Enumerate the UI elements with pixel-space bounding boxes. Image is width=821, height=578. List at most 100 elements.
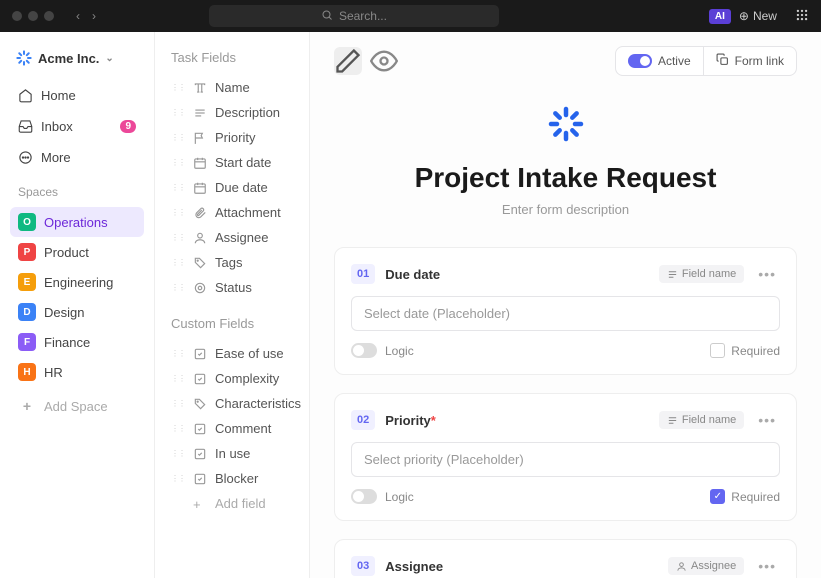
form-subtitle[interactable]: Enter form description bbox=[334, 202, 797, 217]
field-option-complexity[interactable]: ⋮⋮ Complexity bbox=[165, 366, 299, 391]
field-tag-button[interactable]: Assignee bbox=[668, 557, 744, 575]
apps-grid-icon[interactable] bbox=[795, 8, 809, 25]
field-option-label: Description bbox=[215, 105, 280, 120]
drag-handle-icon[interactable]: ⋮⋮ bbox=[171, 399, 185, 408]
space-label: Product bbox=[44, 245, 89, 260]
field-label[interactable]: Assignee bbox=[385, 559, 443, 574]
field-placeholder-input[interactable]: Select date (Placeholder) bbox=[351, 296, 780, 331]
drag-handle-icon[interactable]: ⋮⋮ bbox=[171, 83, 185, 92]
form-logo-icon[interactable] bbox=[548, 106, 584, 142]
active-toggle[interactable]: Active bbox=[616, 47, 703, 75]
checkbox-icon bbox=[710, 343, 725, 358]
field-option-name[interactable]: ⋮⋮Name bbox=[165, 75, 299, 100]
field-option-due-date[interactable]: ⋮⋮ Due date bbox=[165, 175, 299, 200]
field-option-blocker[interactable]: ⋮⋮Blocker bbox=[165, 466, 299, 491]
form-title[interactable]: Project Intake Request bbox=[334, 162, 797, 194]
square-icon bbox=[193, 422, 207, 436]
field-option-comment[interactable]: ⋮⋮Comment bbox=[165, 416, 299, 441]
new-button[interactable]: ⊕ New bbox=[739, 9, 777, 23]
drag-handle-icon[interactable]: ⋮⋮ bbox=[171, 133, 185, 142]
drag-handle-icon[interactable]: ⋮⋮ bbox=[171, 283, 185, 292]
form-field-priority[interactable]: 02 Priority* Field name ••• Select prior… bbox=[334, 393, 797, 521]
forward-button[interactable]: › bbox=[88, 7, 100, 25]
ai-badge[interactable]: AI bbox=[709, 9, 731, 24]
field-option-description[interactable]: ⋮⋮ Description bbox=[165, 100, 299, 125]
drag-handle-icon[interactable]: ⋮⋮ bbox=[171, 208, 185, 217]
square-icon bbox=[193, 472, 207, 486]
sidebar-space-design[interactable]: DDesign bbox=[10, 297, 144, 327]
drag-handle-icon[interactable]: ⋮⋮ bbox=[171, 424, 185, 433]
home-icon bbox=[18, 88, 33, 103]
field-label[interactable]: Due date bbox=[385, 267, 440, 282]
add-field-button[interactable]: ⋮⋮ + Add field bbox=[165, 491, 299, 516]
drag-handle-icon[interactable]: ⋮⋮ bbox=[171, 258, 185, 267]
field-tag-button[interactable]: Field name bbox=[659, 411, 744, 429]
field-option-priority[interactable]: ⋮⋮Priority bbox=[165, 125, 299, 150]
drag-handle-icon[interactable]: ⋮⋮ bbox=[171, 474, 185, 483]
nav-more[interactable]: More bbox=[10, 144, 144, 171]
required-checkbox[interactable]: Required bbox=[710, 343, 780, 358]
field-option-label: Complexity bbox=[215, 371, 279, 386]
field-option-label: Due date bbox=[215, 180, 268, 195]
sidebar-fields: Task Fields ⋮⋮Name⋮⋮Description⋮⋮Priorit… bbox=[155, 32, 310, 578]
field-placeholder-input[interactable]: Select priority (Placeholder) bbox=[351, 442, 780, 477]
minimize-window[interactable] bbox=[28, 11, 38, 21]
field-more-button[interactable]: ••• bbox=[754, 412, 780, 428]
field-option-assignee[interactable]: ⋮⋮Assignee bbox=[165, 225, 299, 250]
square-icon bbox=[193, 372, 207, 386]
sidebar-space-finance[interactable]: FFinance bbox=[10, 327, 144, 357]
logic-toggle[interactable] bbox=[351, 343, 377, 358]
nav-inbox[interactable]: Inbox 9 bbox=[10, 113, 144, 140]
drag-handle-icon[interactable]: ⋮⋮ bbox=[171, 349, 185, 358]
drag-handle-icon[interactable]: ⋮⋮ bbox=[171, 183, 185, 192]
field-option-tags[interactable]: ⋮⋮Tags bbox=[165, 250, 299, 275]
field-tag-button[interactable]: Field name bbox=[659, 265, 744, 283]
back-button[interactable]: ‹ bbox=[72, 7, 84, 25]
edit-mode-button[interactable] bbox=[334, 47, 362, 75]
add-space-button[interactable]: + Add Space bbox=[10, 391, 144, 421]
titlebar: ‹ › Search... AI ⊕ New bbox=[0, 0, 821, 32]
preview-mode-button[interactable] bbox=[370, 47, 398, 75]
drag-handle-icon[interactable]: ⋮⋮ bbox=[171, 374, 185, 383]
field-option-ease-of-use[interactable]: ⋮⋮Ease of use bbox=[165, 341, 299, 366]
inbox-badge: 9 bbox=[120, 120, 136, 133]
field-option-status[interactable]: ⋮⋮Status bbox=[165, 275, 299, 300]
chevron-down-icon: ⌄ bbox=[105, 53, 113, 64]
nav-arrows: ‹ › bbox=[72, 7, 100, 25]
logic-toggle[interactable] bbox=[351, 489, 377, 504]
nav-home[interactable]: Home bbox=[10, 82, 144, 109]
maximize-window[interactable] bbox=[44, 11, 54, 21]
tag-icon bbox=[193, 256, 207, 270]
workspace-switcher[interactable]: Acme Inc. ⌄ bbox=[10, 46, 144, 70]
drag-handle-icon[interactable]: ⋮⋮ bbox=[171, 158, 185, 167]
form-field-assignee[interactable]: 03 Assignee Assignee ••• bbox=[334, 539, 797, 578]
required-checkbox[interactable]: ✓ Required bbox=[710, 489, 780, 504]
sidebar-space-engineering[interactable]: EEngineering bbox=[10, 267, 144, 297]
search-icon bbox=[321, 9, 333, 24]
drag-handle-icon[interactable]: ⋮⋮ bbox=[171, 108, 185, 117]
field-option-attachment[interactable]: ⋮⋮Attachment bbox=[165, 200, 299, 225]
space-label: Operations bbox=[44, 215, 108, 230]
search-input[interactable]: Search... bbox=[209, 5, 499, 27]
close-window[interactable] bbox=[12, 11, 22, 21]
form-link-button[interactable]: Form link bbox=[703, 47, 796, 75]
field-more-button[interactable]: ••• bbox=[754, 266, 780, 282]
task-fields-header: Task Fields bbox=[165, 46, 299, 75]
drag-handle-icon[interactable]: ⋮⋮ bbox=[171, 233, 185, 242]
drag-handle-icon[interactable]: ⋮⋮ bbox=[171, 449, 185, 458]
field-option-characteristics[interactable]: ⋮⋮Characteristics bbox=[165, 391, 299, 416]
user-icon bbox=[676, 561, 687, 572]
spaces-label: Spaces bbox=[10, 175, 144, 203]
field-option-in-use[interactable]: ⋮⋮In use bbox=[165, 441, 299, 466]
logic-label: Logic bbox=[385, 344, 414, 358]
sidebar-space-product[interactable]: PProduct bbox=[10, 237, 144, 267]
field-option-label: Start date bbox=[215, 155, 271, 170]
field-option-start-date[interactable]: ⋮⋮ Start date bbox=[165, 150, 299, 175]
form-field-due-date[interactable]: 01 Due date Field name ••• Select date (… bbox=[334, 247, 797, 375]
field-more-button[interactable]: ••• bbox=[754, 558, 780, 574]
field-label[interactable]: Priority* bbox=[385, 413, 436, 428]
field-number: 02 bbox=[351, 410, 375, 430]
tag-icon bbox=[193, 397, 207, 411]
sidebar-space-hr[interactable]: HHR bbox=[10, 357, 144, 387]
sidebar-space-operations[interactable]: OOperations bbox=[10, 207, 144, 237]
